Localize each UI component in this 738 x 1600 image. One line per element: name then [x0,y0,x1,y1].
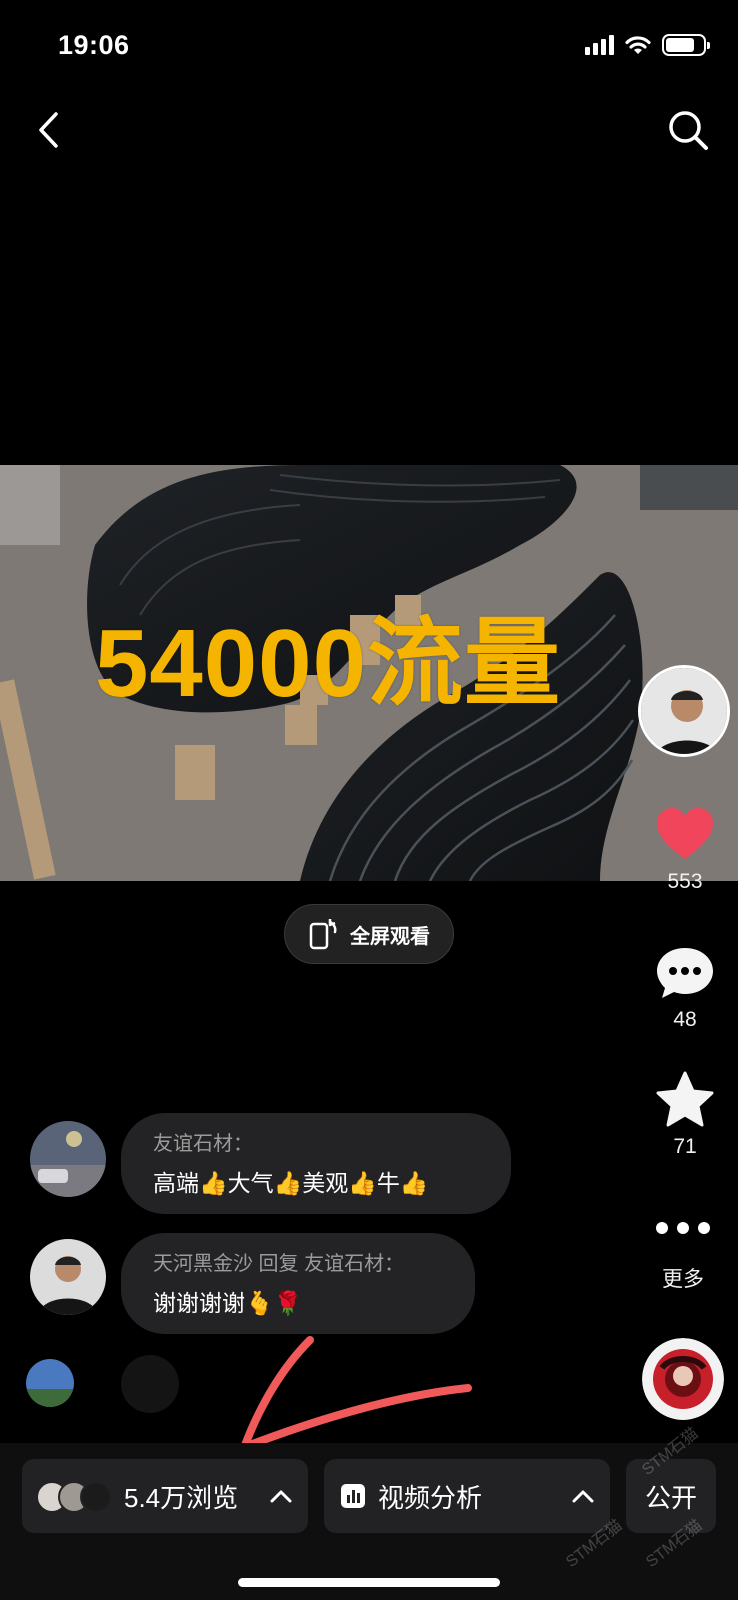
home-indicator[interactable] [238,1578,500,1587]
search-icon [669,111,708,150]
comment-author: 友谊石材： [153,1133,253,1155]
more-button[interactable]: 更多 [638,1220,728,1293]
comment-button[interactable]: 48 [640,945,730,1032]
video-analysis-button[interactable]: 视频分析 [324,1459,610,1533]
like-button[interactable]: 553 [640,805,730,894]
star-icon [656,1071,714,1127]
fullscreen-label: 全屏观看 [350,925,430,948]
comment-text: 谢谢谢谢🫰🌹 [153,1290,303,1316]
comment-bubble[interactable]: 友谊石材： 高端👍大气👍美观👍牛👍 [121,1113,511,1214]
comment-bubble[interactable]: 天河黑金沙 回复 友谊石材： 谢谢谢谢🫰🌹 [121,1233,475,1334]
creator-avatar[interactable] [638,665,730,757]
comment-text: 高端👍大气👍美观👍牛👍 [153,1170,429,1196]
comment-avatar[interactable] [30,1239,106,1315]
favorite-button[interactable]: 71 [640,1070,730,1159]
fullscreen-button[interactable]: 全屏观看 [284,904,454,964]
back-button[interactable] [28,108,68,152]
views-button[interactable]: 5.4万浏览 [22,1459,308,1533]
chevron-left-icon [39,112,58,148]
video-overlay-caption: 54000流量 [95,610,561,717]
visibility-label: 公开 [644,1482,697,1513]
heart-icon [657,808,713,859]
rotate-screen-icon [309,919,337,950]
bar-chart-icon [341,1484,365,1508]
cellular-signal-icon [585,35,614,55]
bottom-bar: 5.4万浏览 视频分析 公开 [0,1443,738,1600]
comment-avatar-image [30,1239,106,1315]
status-time: 19:06 [58,30,130,60]
wifi-icon [625,36,651,54]
comment-icon [657,948,713,998]
comment-count: 48 [673,1008,697,1031]
battery-icon [662,34,710,56]
comment-avatar[interactable] [30,1121,106,1197]
video-analysis-label: 视频分析 [378,1482,483,1513]
search-button[interactable] [664,106,712,154]
comment-author: 天河黑金沙 回复 友谊石材： [153,1253,405,1275]
visibility-button[interactable]: 公开 [626,1459,716,1533]
status-icons [585,34,710,56]
viewer-avatars [36,1479,112,1513]
chevron-up-icon [572,1490,594,1503]
video-player[interactable]: 54000流量 [0,465,738,881]
more-dots-icon [656,1222,710,1234]
chevron-up-icon [270,1490,292,1503]
like-count: 553 [667,870,703,893]
views-label: 5.4万浏览 [124,1482,239,1513]
comment-avatar-image [30,1121,106,1197]
favorite-count: 71 [673,1135,697,1158]
more-label: 更多 [662,1268,704,1291]
